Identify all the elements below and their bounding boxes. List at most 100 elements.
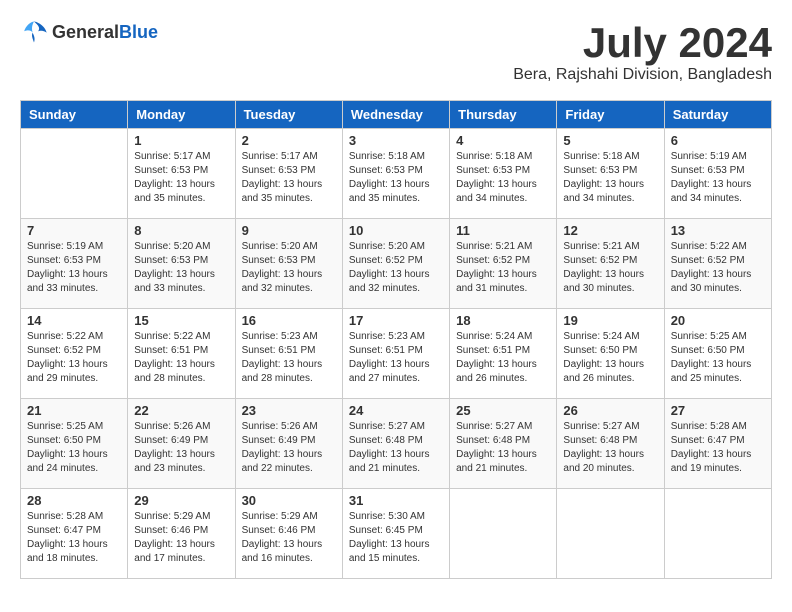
calendar-cell: [664, 489, 771, 579]
cell-info: Sunrise: 5:20 AMSunset: 6:52 PMDaylight:…: [349, 240, 443, 296]
cell-info: Sunrise: 5:18 AMSunset: 6:53 PMDaylight:…: [349, 150, 443, 206]
day-number: 16: [242, 313, 336, 328]
calendar-cell: 17 Sunrise: 5:23 AMSunset: 6:51 PMDayligh…: [342, 309, 449, 399]
cell-info: Sunrise: 5:30 AMSunset: 6:45 PMDaylight:…: [349, 510, 443, 566]
cell-info: Sunrise: 5:27 AMSunset: 6:48 PMDaylight:…: [563, 420, 657, 476]
calendar-cell: 22Sunrise: 5:26 AMSunset: 6:49 PMDayligh…: [128, 399, 235, 489]
cell-info: Sunrise: 5:18 AMSunset: 6:53 PMDaylight:…: [456, 150, 550, 206]
cell-info: Sunrise: 5:29 AMSunset: 6:46 PMDaylight:…: [134, 510, 228, 566]
calendar-cell: 25 Sunrise: 5:27 AMSunset: 6:48 PMDayligh…: [450, 399, 557, 489]
weekday-header: Thursday: [450, 101, 557, 129]
calendar-cell: 10 Sunrise: 5:20 AMSunset: 6:52 PMDayligh…: [342, 219, 449, 309]
cell-info: Sunrise: 5:17 AMSunset: 6:53 PMDaylight:…: [242, 150, 336, 206]
cell-info: Sunrise: 5:22 AMSunset: 6:52 PMDaylight:…: [27, 330, 121, 386]
weekday-header: Saturday: [664, 101, 771, 129]
day-number: 14: [27, 313, 121, 328]
logo-blue-text: Blue: [119, 22, 158, 42]
calendar-cell: 4Sunrise: 5:18 AMSunset: 6:53 PMDaylight…: [450, 129, 557, 219]
calendar-cell: 23 Sunrise: 5:26 AMSunset: 6:49 PMDayligh…: [235, 399, 342, 489]
cell-info: Sunrise: 5:27 AMSunset: 6:48 PMDaylight:…: [456, 420, 550, 476]
calendar-cell: 12 Sunrise: 5:21 AMSunset: 6:52 PMDayligh…: [557, 219, 664, 309]
day-number: 19: [563, 313, 657, 328]
day-number: 26: [563, 403, 657, 418]
calendar-cell: 30Sunrise: 5:29 AMSunset: 6:46 PMDayligh…: [235, 489, 342, 579]
calendar-cell: 21 Sunrise: 5:25 AMSunset: 6:50 PMDayligh…: [21, 399, 128, 489]
calendar-cell: [450, 489, 557, 579]
calendar-cell: 24Sunrise: 5:27 AMSunset: 6:48 PMDayligh…: [342, 399, 449, 489]
cell-info: Sunrise: 5:24 AMSunset: 6:51 PMDaylight:…: [456, 330, 550, 386]
cell-info: Sunrise: 5:21 AMSunset: 6:52 PMDaylight:…: [563, 240, 657, 296]
day-number: 24: [349, 403, 443, 418]
calendar-cell: [557, 489, 664, 579]
weekday-header: Tuesday: [235, 101, 342, 129]
cell-info: Sunrise: 5:20 AMSunset: 6:53 PMDaylight:…: [134, 240, 228, 296]
day-number: 25: [456, 403, 550, 418]
day-number: 11: [456, 223, 550, 238]
day-number: 31: [349, 493, 443, 508]
calendar-cell: 9 Sunrise: 5:20 AMSunset: 6:53 PMDaylight…: [235, 219, 342, 309]
day-number: 13: [671, 223, 765, 238]
cell-info: Sunrise: 5:23 AMSunset: 6:51 PMDaylight:…: [349, 330, 443, 386]
day-number: 20: [671, 313, 765, 328]
day-number: 18: [456, 313, 550, 328]
day-number: 3: [349, 133, 443, 148]
calendar-cell: 6 Sunrise: 5:19 AMSunset: 6:53 PMDaylight…: [664, 129, 771, 219]
cell-info: Sunrise: 5:22 AMSunset: 6:52 PMDaylight:…: [671, 240, 765, 296]
day-number: 17: [349, 313, 443, 328]
calendar-header-row: SundayMondayTuesdayWednesdayThursdayFrid…: [21, 101, 772, 129]
calendar-cell: 26 Sunrise: 5:27 AMSunset: 6:48 PMDayligh…: [557, 399, 664, 489]
calendar-week-row: 1 Sunrise: 5:17 AMSunset: 6:53 PMDaylight…: [21, 129, 772, 219]
calendar-cell: 7Sunrise: 5:19 AMSunset: 6:53 PMDaylight…: [21, 219, 128, 309]
cell-info: Sunrise: 5:25 AMSunset: 6:50 PMDaylight:…: [27, 420, 121, 476]
calendar-week-row: 14 Sunrise: 5:22 AMSunset: 6:52 PMDayligh…: [21, 309, 772, 399]
calendar-cell: 2Sunrise: 5:17 AMSunset: 6:53 PMDaylight…: [235, 129, 342, 219]
calendar-cell: 11 Sunrise: 5:21 AMSunset: 6:52 PMDayligh…: [450, 219, 557, 309]
calendar-cell: 31 Sunrise: 5:30 AMSunset: 6:45 PMDayligh…: [342, 489, 449, 579]
day-number: 29: [134, 493, 228, 508]
page-header: GeneralBlue July 2024 Bera, Rajshahi Div…: [20, 20, 772, 84]
weekday-header: Sunday: [21, 101, 128, 129]
calendar-cell: 5 Sunrise: 5:18 AMSunset: 6:53 PMDaylight…: [557, 129, 664, 219]
logo-icon: [20, 20, 48, 44]
calendar-week-row: 21 Sunrise: 5:25 AMSunset: 6:50 PMDayligh…: [21, 399, 772, 489]
calendar-week-row: 7Sunrise: 5:19 AMSunset: 6:53 PMDaylight…: [21, 219, 772, 309]
calendar-cell: 28 Sunrise: 5:28 AMSunset: 6:47 PMDayligh…: [21, 489, 128, 579]
day-number: 15: [134, 313, 228, 328]
day-number: 12: [563, 223, 657, 238]
cell-info: Sunrise: 5:26 AMSunset: 6:49 PMDaylight:…: [242, 420, 336, 476]
month-title: July 2024: [513, 20, 772, 66]
day-number: 23: [242, 403, 336, 418]
calendar-cell: 16Sunrise: 5:23 AMSunset: 6:51 PMDayligh…: [235, 309, 342, 399]
day-number: 28: [27, 493, 121, 508]
logo-general-text: General: [52, 22, 119, 42]
cell-info: Sunrise: 5:22 AMSunset: 6:51 PMDaylight:…: [134, 330, 228, 386]
calendar-cell: 14 Sunrise: 5:22 AMSunset: 6:52 PMDayligh…: [21, 309, 128, 399]
cell-info: Sunrise: 5:21 AMSunset: 6:52 PMDaylight:…: [456, 240, 550, 296]
location-title: Bera, Rajshahi Division, Bangladesh: [513, 66, 772, 84]
day-number: 10: [349, 223, 443, 238]
day-number: 8: [134, 223, 228, 238]
day-number: 9: [242, 223, 336, 238]
calendar-cell: 29 Sunrise: 5:29 AMSunset: 6:46 PMDayligh…: [128, 489, 235, 579]
day-number: 21: [27, 403, 121, 418]
calendar-table: SundayMondayTuesdayWednesdayThursdayFrid…: [20, 100, 772, 579]
calendar-week-row: 28 Sunrise: 5:28 AMSunset: 6:47 PMDayligh…: [21, 489, 772, 579]
cell-info: Sunrise: 5:28 AMSunset: 6:47 PMDaylight:…: [27, 510, 121, 566]
weekday-header: Friday: [557, 101, 664, 129]
calendar-cell: 1Sunrise: 5:17 AMSunset: 6:53 PMDaylight…: [128, 129, 235, 219]
cell-info: Sunrise: 5:28 AMSunset: 6:47 PMDaylight:…: [671, 420, 765, 476]
cell-info: Sunrise: 5:25 AMSunset: 6:50 PMDaylight:…: [671, 330, 765, 386]
day-number: 6: [671, 133, 765, 148]
day-number: 1: [134, 133, 228, 148]
day-number: 7: [27, 223, 121, 238]
calendar-cell: 8 Sunrise: 5:20 AMSunset: 6:53 PMDaylight…: [128, 219, 235, 309]
cell-info: Sunrise: 5:29 AMSunset: 6:46 PMDaylight:…: [242, 510, 336, 566]
cell-info: Sunrise: 5:18 AMSunset: 6:53 PMDaylight:…: [563, 150, 657, 206]
cell-info: Sunrise: 5:19 AMSunset: 6:53 PMDaylight:…: [671, 150, 765, 206]
day-number: 5: [563, 133, 657, 148]
calendar-cell: 15 Sunrise: 5:22 AMSunset: 6:51 PMDayligh…: [128, 309, 235, 399]
cell-info: Sunrise: 5:26 AMSunset: 6:49 PMDaylight:…: [134, 420, 228, 476]
calendar-cell: 20 Sunrise: 5:25 AMSunset: 6:50 PMDayligh…: [664, 309, 771, 399]
cell-info: Sunrise: 5:20 AMSunset: 6:53 PMDaylight:…: [242, 240, 336, 296]
calendar-cell: [21, 129, 128, 219]
